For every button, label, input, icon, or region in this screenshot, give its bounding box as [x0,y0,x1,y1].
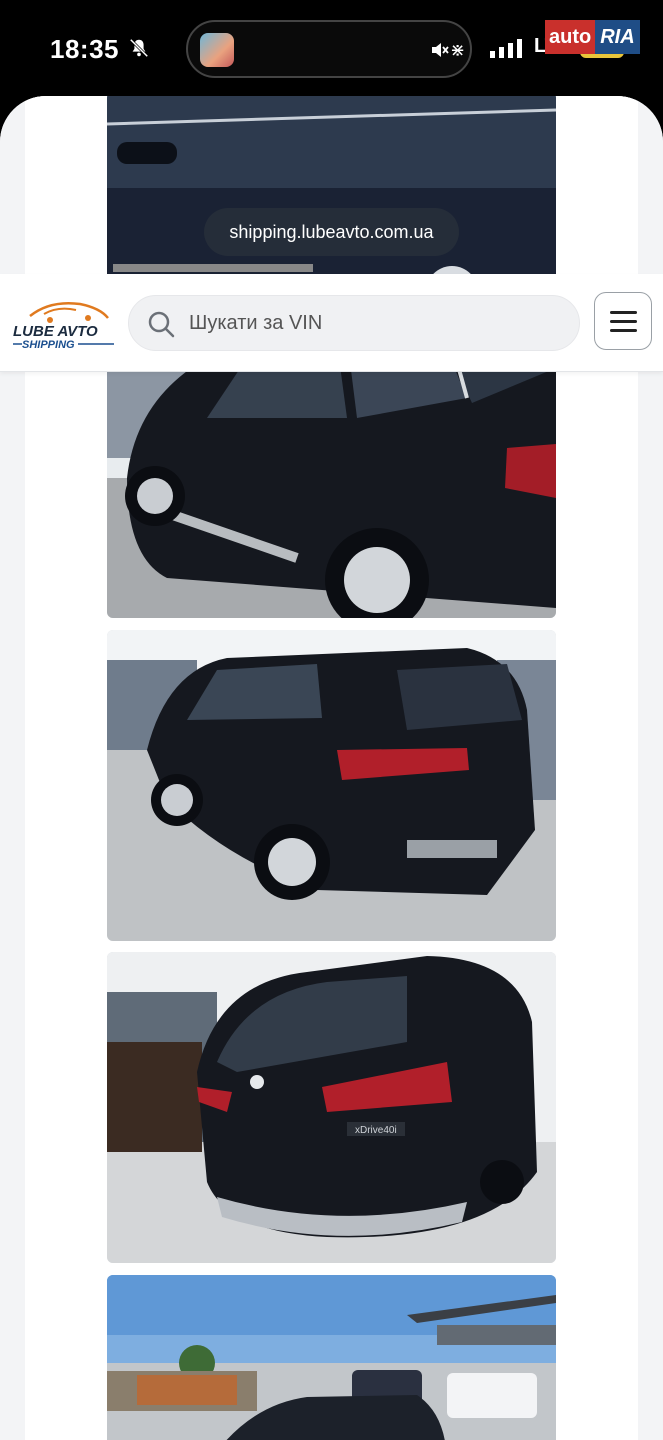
bell-muted-icon [129,38,149,58]
status-bar: 18:35 ⋇ LTE 14 auto RIA [0,0,663,98]
logo-text-main: LUBE AVTO [13,323,98,340]
dynamic-island[interactable]: ⋇ [186,20,472,78]
watermark-auto: auto [545,20,596,54]
car-rear-quarter-image [107,630,556,941]
vin-search-input[interactable] [189,296,569,350]
speaker-muted-icon [432,43,449,57]
status-time: 18:35 [50,34,119,64]
car-rear-image: xDrive40i [107,952,556,1263]
hamburger-menu-button[interactable] [594,292,652,350]
gallery-photo-4[interactable]: xDrive40i [107,952,556,1263]
watermark-ria: RIA [595,20,640,54]
search-icon [148,311,175,338]
menu-line-icon [610,311,637,314]
menu-line-icon [610,320,637,323]
lube-avto-logo[interactable]: LUBE AVTO SHIPPING [10,296,118,352]
phone-screen: 18:35 ⋇ LTE 14 auto RIA [0,0,663,1440]
gallery-photo-3[interactable] [107,630,556,941]
autoria-watermark: auto RIA [545,20,657,54]
menu-line-icon [610,329,637,332]
model-badge-text: xDrive40i [355,1125,397,1136]
browser-url-pill[interactable]: shipping.lubeavto.com.ua [204,208,459,256]
browser-viewport[interactable]: xDrive40i shipping.lubeavto.com.ua LUBE … [0,96,663,1440]
app-thumbnail-icon[interactable] [200,33,234,67]
vin-search-box[interactable] [128,295,580,351]
gallery-photo-1[interactable] [107,96,556,296]
lot-overview-image [107,1275,556,1440]
car-door-image [107,96,556,296]
logo-text-sub: SHIPPING [22,339,75,351]
signal-bars-icon [490,39,522,58]
bluetooth-icon: ⋇ [450,40,466,60]
gallery-photo-5[interactable] [107,1275,556,1440]
site-header: LUBE AVTO SHIPPING [0,274,663,372]
